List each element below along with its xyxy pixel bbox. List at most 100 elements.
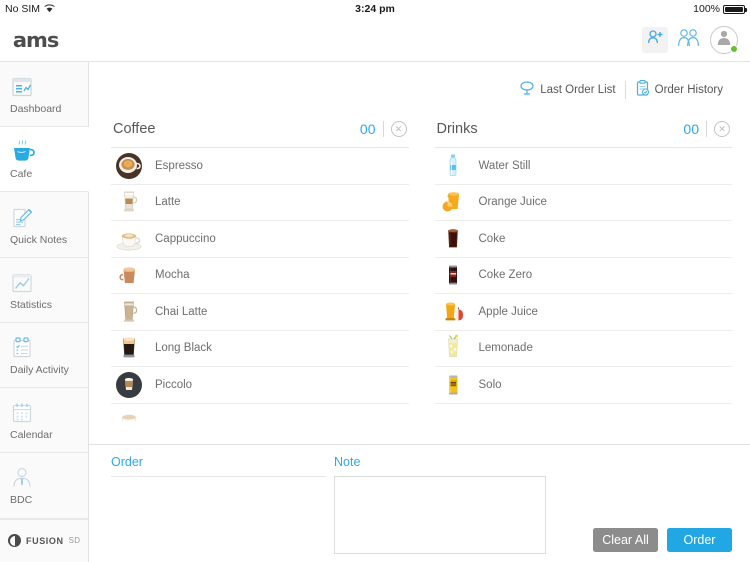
- category-title: Coffee: [113, 121, 156, 137]
- order-summary-list: [111, 477, 326, 539]
- flat-white-cup-icon: [115, 407, 143, 421]
- menu-item-row[interactable]: Chai Latte: [111, 294, 409, 331]
- apple-juice-icon: [439, 298, 467, 326]
- last-order-list-icon: [519, 80, 535, 99]
- add-user-icon: [647, 29, 664, 50]
- main-content: Last Order List Order History Coffee 00 …: [89, 62, 750, 562]
- sidebar-item-bdc[interactable]: BDC: [0, 453, 89, 519]
- account-avatar[interactable]: [710, 25, 738, 54]
- order-label: Order: [111, 455, 143, 469]
- app-body: Dashboard Cafe Quick Notes Statistics Da…: [0, 62, 750, 562]
- order-history-button[interactable]: Order History: [626, 80, 732, 99]
- menu-item-label: Lemonade: [478, 342, 533, 355]
- fusion-brand-suffix: SD: [68, 536, 81, 546]
- orange-juice-icon: [439, 188, 467, 216]
- coke-glass-icon: [439, 225, 467, 253]
- battery-icon: [723, 4, 747, 14]
- menu-item-label: Solo: [478, 378, 502, 391]
- menu-item-row[interactable]: Apple Juice: [434, 294, 732, 331]
- lemonade-glass-icon: [439, 334, 467, 362]
- coke-zero-can-icon: [439, 261, 467, 289]
- piccolo-cup-icon: [115, 371, 143, 399]
- sidebar-item-label: Calendar: [10, 429, 53, 442]
- checklist-icon: [10, 334, 36, 360]
- sidebar-item-label: Daily Activity: [10, 363, 69, 376]
- menu-item-row[interactable]: Lemonade: [434, 331, 732, 367]
- note-label: Note: [334, 455, 361, 469]
- add-user-button[interactable]: [642, 26, 668, 53]
- long-black-glass-icon: [115, 334, 143, 362]
- sidebar-item-label: Statistics: [10, 298, 53, 311]
- water-bottle-icon: [439, 152, 467, 180]
- menu-item-label: Water Still: [478, 159, 531, 172]
- sidebar-item-calendar[interactable]: Calendar: [0, 388, 89, 454]
- last-order-list-button[interactable]: Last Order List: [510, 80, 624, 99]
- category-drinks: Drinks 00 ✕ Water Still Orange Juice Cok…: [434, 117, 732, 421]
- note-column: Note: [334, 445, 546, 562]
- menu-item-label: Coke Zero: [478, 269, 533, 282]
- app-logo: ams: [12, 27, 59, 52]
- line-chart-icon: [10, 269, 36, 295]
- online-status-dot: [730, 44, 738, 53]
- users-group-button[interactable]: [676, 27, 702, 53]
- sidebar-item-statistics[interactable]: Statistics: [0, 257, 89, 323]
- sidebar-item-label: Quick Notes: [10, 233, 68, 246]
- dashboard-icon: [10, 73, 36, 99]
- espresso-cup-icon: [115, 152, 143, 180]
- menu-item-row[interactable]: Espresso: [111, 148, 409, 185]
- category-items-scroll[interactable]: Espresso Latte Cappuccino Mocha Chai Lat…: [111, 148, 409, 421]
- sidebar-nav: Dashboard Cafe Quick Notes Statistics Da…: [0, 62, 89, 562]
- menu-item-row[interactable]: Long Black: [111, 331, 409, 367]
- solo-can-icon: [439, 371, 467, 399]
- menu-item-label: Apple Juice: [478, 305, 538, 318]
- last-order-list-label: Last Order List: [540, 83, 616, 96]
- category-items: Water Still Orange Juice Coke Coke Zero …: [434, 148, 732, 404]
- clear-all-button[interactable]: Clear All: [593, 528, 658, 552]
- menu-item-row[interactable]: Piccolo: [111, 367, 409, 404]
- menu-item-row[interactable]: Orange Juice: [434, 185, 732, 221]
- category-count: 00: [359, 121, 376, 137]
- menu-item-row[interactable]: Coke Zero: [434, 258, 732, 294]
- fusion-brand-label: FUSION: [26, 535, 64, 546]
- users-group-icon: [677, 28, 701, 52]
- fusion-logo-icon: [8, 534, 21, 548]
- person-tie-icon: [10, 464, 36, 490]
- menu-item-label: Orange Juice: [478, 196, 547, 209]
- menu-item-label: Coke: [478, 232, 506, 245]
- menu-item-label: Latte: [155, 196, 181, 209]
- chai-latte-glass-icon: [115, 298, 143, 326]
- category-divider: [382, 121, 384, 137]
- cappuccino-cup-icon: [115, 225, 143, 253]
- order-history-icon: [635, 80, 650, 99]
- note-pencil-icon: [10, 204, 36, 230]
- menu-item-row[interactable]: Solo: [434, 367, 732, 404]
- menu-item-row[interactable]: Cappuccino: [111, 221, 409, 258]
- close-circle-icon[interactable]: ✕: [390, 121, 407, 137]
- ios-status-bar: No SIM 3:24 pm 100%: [0, 0, 750, 18]
- category-header: Coffee 00 ✕: [111, 117, 409, 148]
- calendar-icon: [10, 399, 36, 425]
- sidebar-item-daily-activity[interactable]: Daily Activity: [0, 322, 89, 389]
- category-columns: Coffee 00 ✕ Espresso Latte Cappuccino Mo…: [89, 117, 750, 421]
- order-button[interactable]: Order: [667, 528, 732, 552]
- category-header: Drinks 00 ✕: [434, 117, 732, 148]
- order-action-buttons: Clear All Order: [593, 445, 732, 562]
- menu-item-label: Espresso: [155, 159, 203, 172]
- note-input[interactable]: [334, 476, 546, 554]
- category-items-scroll[interactable]: Water Still Orange Juice Coke Coke Zero …: [434, 148, 732, 421]
- menu-item-row[interactable]: Water Still: [434, 148, 732, 185]
- sidebar-item-cafe[interactable]: Cafe: [0, 127, 89, 193]
- menu-item-row-partial[interactable]: [111, 404, 409, 421]
- close-circle-icon[interactable]: ✕: [714, 121, 730, 137]
- category-header-right: 00 ✕: [360, 121, 407, 137]
- menu-item-row[interactable]: Mocha: [111, 258, 409, 294]
- sidebar-item-label: Dashboard: [10, 103, 62, 116]
- menu-item-row[interactable]: Coke: [434, 221, 732, 258]
- content-toolbar: Last Order List Order History: [89, 62, 750, 117]
- sidebar-item-quick-notes[interactable]: Quick Notes: [0, 192, 89, 258]
- menu-item-label: Mocha: [155, 269, 190, 282]
- coffee-cup-icon: [10, 138, 36, 164]
- sidebar-item-dashboard[interactable]: Dashboard: [0, 62, 89, 128]
- menu-item-row[interactable]: Latte: [111, 185, 409, 221]
- category-divider: [706, 121, 707, 137]
